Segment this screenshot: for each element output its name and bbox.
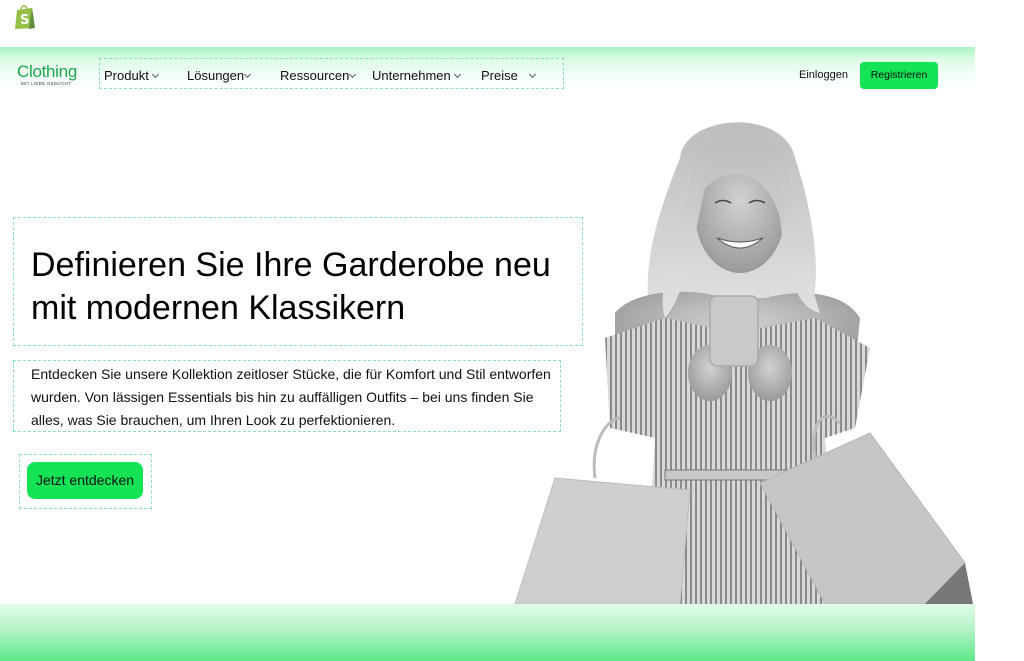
nav-item-label: Produkt [104,68,149,83]
nav-item-preise[interactable]: Preise [481,68,536,83]
chevron-down-icon [151,70,159,79]
nav-item-label: Lösungen [187,68,245,83]
brand-name: Clothing [17,62,77,81]
shopping-bag-left [514,477,691,604]
nav-item-label: Ressourcen [280,68,350,83]
nav-item-unternehmen[interactable]: Unternehmen [372,68,461,83]
nav-item-label: Preise [481,68,518,83]
chevron-down-icon [453,70,461,79]
svg-text:S: S [20,13,29,28]
hero-image [514,122,973,604]
chevron-down-icon [349,70,357,79]
register-button[interactable]: Registrieren [860,62,938,89]
phone-shape [709,295,759,367]
description-container: Entdecken Sie unsere Kollektion zeitlose… [13,360,561,432]
shopify-bag-icon: S [15,5,35,29]
hero-description: Entdecken Sie unsere Kollektion zeitlose… [31,366,551,428]
nav-item-loesungen[interactable]: Lösungen [187,68,252,83]
nav-item-produkt[interactable]: Produkt [104,68,159,83]
main-nav: Produkt Lösungen Ressourcen Unternehmen … [99,58,564,89]
login-link[interactable]: Einloggen [799,69,848,81]
chevron-down-icon [244,70,252,79]
nav-item-ressourcen[interactable]: Ressourcen [280,68,357,83]
nav-item-label: Unternehmen [372,68,451,83]
discover-button[interactable]: Jetzt entdecken [27,462,143,499]
footer-band [0,604,975,661]
chevron-down-icon [528,70,536,79]
brand-logo[interactable]: Clothing MIT LIEBE GEMACHT [17,62,83,88]
brand-tagline: MIT LIEBE GEMACHT [21,81,72,86]
page: S Clothing MIT LIEBE GEMACHT Produkt Lös… [0,0,1024,661]
